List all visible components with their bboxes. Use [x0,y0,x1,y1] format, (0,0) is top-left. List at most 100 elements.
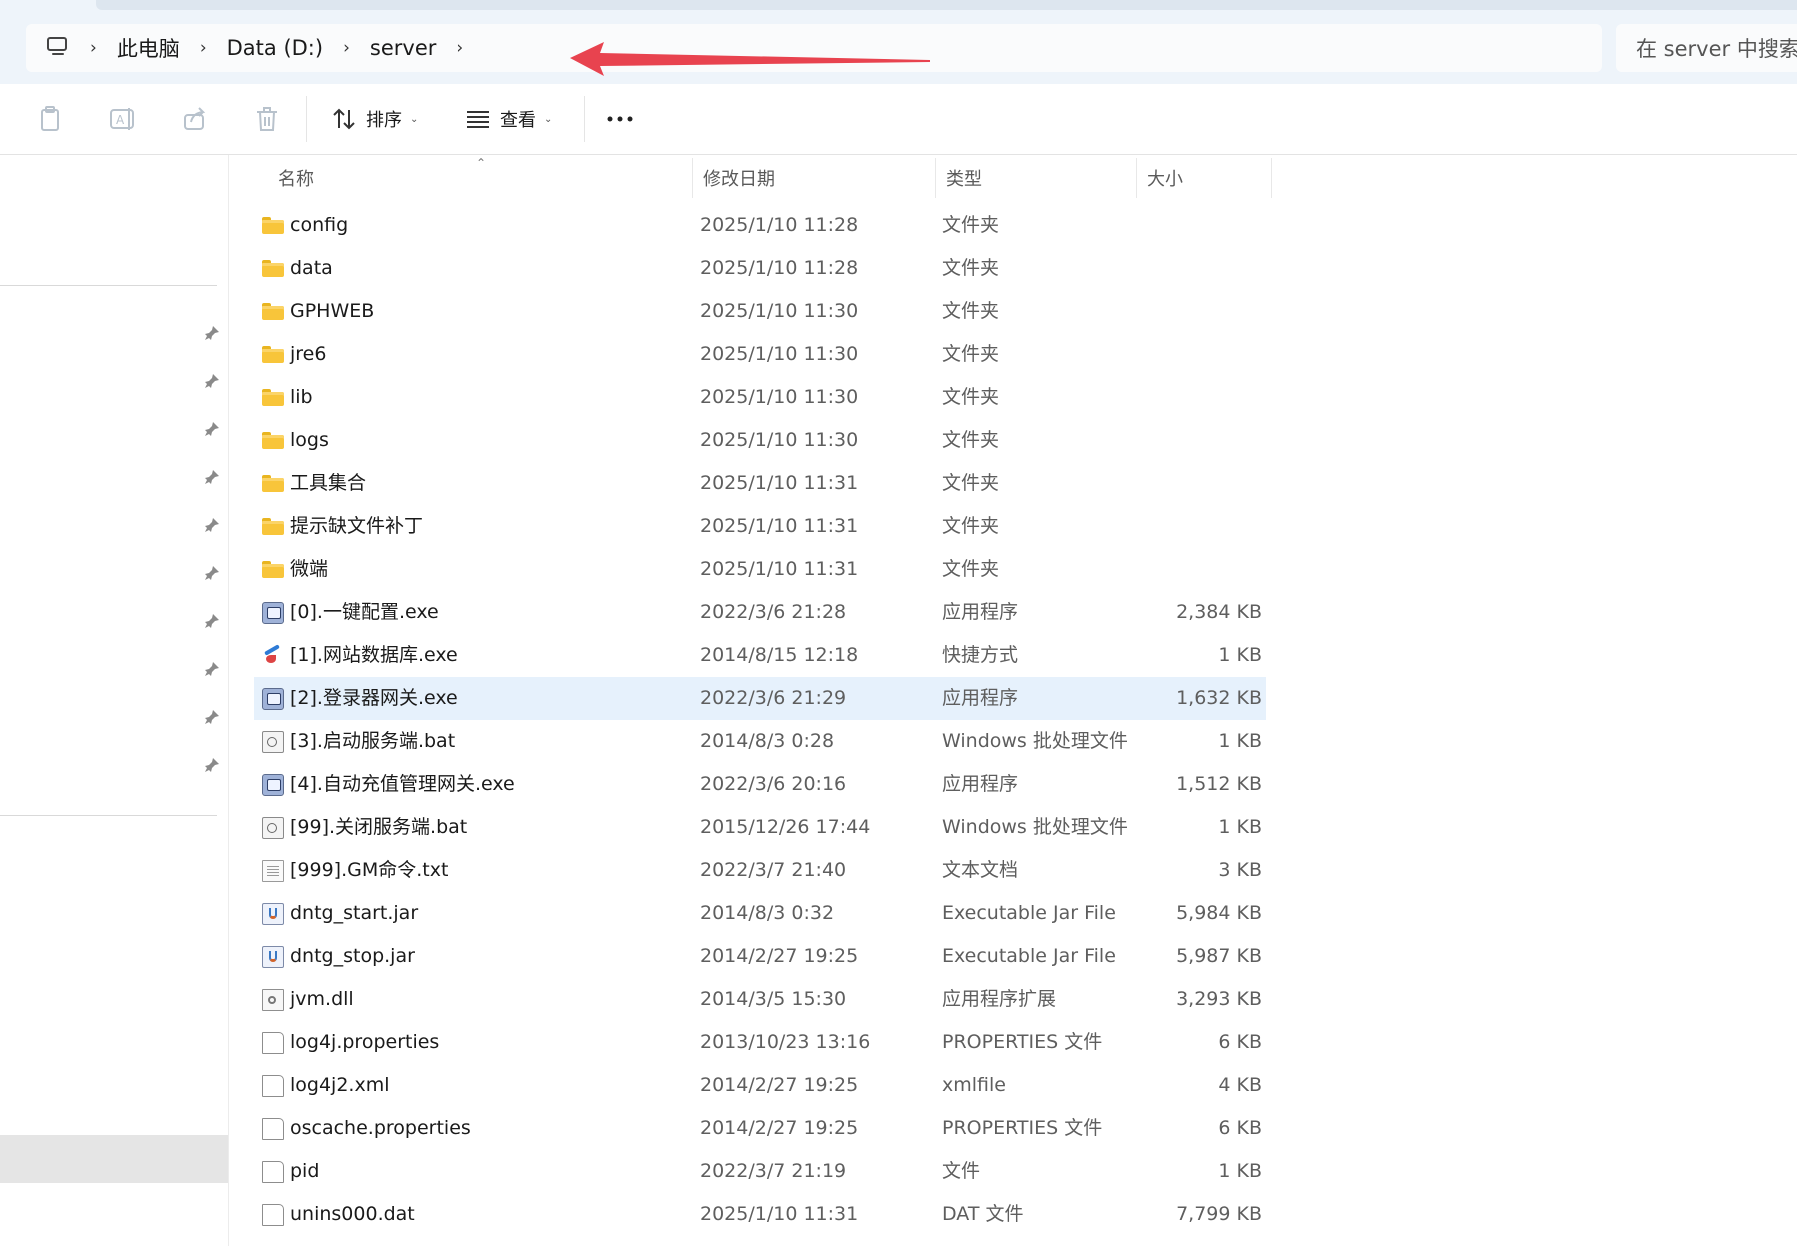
file-date: 2022/3/6 20:16 [700,773,847,795]
file-name: lib [290,386,313,408]
file-row[interactable]: oscache.properties 2014/2/27 19:25 PROPERT… [254,1107,1266,1150]
file-row[interactable]: [1].网站数据库.exe 2014/8/15 12:18 快捷方式 1 KB [254,634,1266,677]
pin-icon[interactable] [204,469,220,485]
file-row[interactable]: dntg_stop.jar 2014/2/27 19:25 Executable J… [254,935,1266,978]
file-row[interactable]: [3].启动服务端.bat 2014/8/3 0:28 Windows 批处理文件 1… [254,720,1266,763]
file-date: 2025/1/10 11:31 [700,558,859,580]
file-row[interactable]: jvm.dll 2014/3/5 15:30 应用程序扩展 3,293 KB [254,978,1266,1021]
file-row[interactable]: log4j.properties 2013/10/23 13:16 PROPERTI… [254,1021,1266,1064]
svg-text:A: A [116,113,125,127]
sort-button[interactable]: 排序 ⌄ [332,104,418,134]
breadcrumb-server[interactable]: server [370,36,436,60]
file-date: 2025/1/10 11:28 [700,214,859,236]
file-date: 2022/3/6 21:29 [700,687,847,709]
file-row[interactable]: 微端 2025/1/10 11:31 文件夹 [254,548,1266,591]
folder-icon [262,473,284,495]
file-date: 2022/3/6 21:28 [700,601,847,623]
file-date: 2014/2/27 19:25 [700,1117,859,1139]
file-row[interactable]: [0].一键配置.exe 2022/3/6 21:28 应用程序 2,384 KB [254,591,1266,634]
pin-icon[interactable] [204,709,220,725]
pin-icon[interactable] [204,373,220,389]
pin-icon[interactable] [204,757,220,773]
file-row[interactable]: GPHWEB 2025/1/10 11:30 文件夹 [254,290,1266,333]
file-date: 2014/8/3 0:32 [700,902,835,924]
column-header-type[interactable]: 类型 [936,158,1136,198]
file-size: 7,799 KB [1176,1203,1262,1225]
file-type: 文件 [942,1160,981,1182]
file-name: GPHWEB [290,300,375,322]
file-row[interactable]: jre6 2025/1/10 11:30 文件夹 [254,333,1266,376]
folder-icon [262,430,284,452]
more-options-button[interactable] [606,104,636,134]
pin-icon[interactable] [204,565,220,581]
file-name: dntg_start.jar [290,902,419,924]
pin-icon[interactable] [204,613,220,629]
column-header-date[interactable]: 修改日期 [693,158,935,198]
file-icon [262,1118,284,1140]
chevron-right-icon[interactable]: › [90,38,97,58]
file-size: 2,384 KB [1176,601,1262,623]
this-pc-icon[interactable] [46,37,70,59]
chevron-right-icon[interactable]: › [200,38,207,58]
share-button[interactable] [183,104,207,134]
file-date: 2014/8/3 0:28 [700,730,835,752]
file-type: 文件夹 [942,343,1000,365]
file-row[interactable]: unins000.dat 2025/1/10 11:31 DAT 文件 7,799 K… [254,1193,1266,1236]
chevron-right-icon[interactable]: › [456,38,463,58]
view-button[interactable]: 查看 ⌄ [466,104,552,134]
file-type: 应用程序扩展 [942,988,1057,1010]
bat-icon [262,731,284,753]
column-header-name[interactable]: 名称 [232,158,692,198]
breadcrumb-drive-d[interactable]: Data (D:) [227,36,323,60]
file-row[interactable]: logs 2025/1/10 11:30 文件夹 [254,419,1266,462]
file-size: 1 KB [1218,816,1262,838]
navigation-pane [0,155,229,1246]
pin-icon[interactable] [204,325,220,341]
file-row[interactable]: data 2025/1/10 11:28 文件夹 [254,247,1266,290]
file-row[interactable]: 提示缺文件补丁 2025/1/10 11:31 文件夹 [254,505,1266,548]
file-icon [262,1204,284,1226]
file-row[interactable]: lib 2025/1/10 11:30 文件夹 [254,376,1266,419]
folder-icon [262,344,284,366]
file-type: 文件夹 [942,558,1000,580]
file-date: 2014/2/27 19:25 [700,1074,859,1096]
file-row[interactable]: 工具集合 2025/1/10 11:31 文件夹 [254,462,1266,505]
delete-button[interactable] [256,104,278,134]
address-area: › 此电脑 › Data (D:) › server › 在 server 中搜… [0,10,1797,84]
pin-icon[interactable] [204,661,220,677]
file-row[interactable]: [999].GM命令.txt 2022/3/7 21:40 文本文档 3 KB [254,849,1266,892]
search-input[interactable]: 在 server 中搜索 [1616,24,1797,72]
column-divider[interactable] [1271,158,1272,198]
file-row[interactable]: [4].自动充值管理网关.exe 2022/3/6 20:16 应用程序 1,512 … [254,763,1266,806]
annotation-arrow [570,42,930,76]
file-size: 3 KB [1218,859,1262,881]
file-row[interactable]: config 2025/1/10 11:28 文件夹 [254,204,1266,247]
file-row[interactable]: [99].关闭服务端.bat 2015/12/26 17:44 Windows 批处… [254,806,1266,849]
breadcrumb-this-pc[interactable]: 此电脑 [117,33,180,63]
file-name: 提示缺文件补丁 [290,515,424,537]
file-size: 4 KB [1218,1074,1262,1096]
file-type: 应用程序 [942,687,1019,709]
toolbar-divider [584,96,585,142]
exe-icon [262,688,284,710]
file-name: [3].启动服务端.bat [290,730,456,752]
file-date: 2025/1/10 11:31 [700,472,859,494]
rename-icon: A [110,108,134,130]
pin-icon[interactable] [204,421,220,437]
delete-icon [257,107,277,131]
column-header-size[interactable]: 大小 [1137,158,1271,198]
file-date: 2015/12/26 17:44 [700,816,871,838]
pin-icon[interactable] [204,517,220,533]
copy-button[interactable] [40,104,62,134]
chevron-right-icon[interactable]: › [343,38,350,58]
view-label: 查看 [500,110,536,131]
nav-selected-item[interactable] [0,1135,228,1183]
file-row[interactable]: pid 2022/3/7 21:19 文件 1 KB [254,1150,1266,1193]
file-row[interactable]: [2].登录器网关.exe 2022/3/6 21:29 应用程序 1,632 KB [254,677,1266,720]
rename-button[interactable]: A [110,104,136,134]
file-type: 应用程序 [942,601,1019,623]
file-row[interactable]: log4j2.xml 2014/2/27 19:25 xmlfile 4 KB [254,1064,1266,1107]
view-list-icon [467,111,489,128]
file-row[interactable]: dntg_start.jar 2014/8/3 0:32 Executable Ja… [254,892,1266,935]
share-icon [184,107,206,130]
